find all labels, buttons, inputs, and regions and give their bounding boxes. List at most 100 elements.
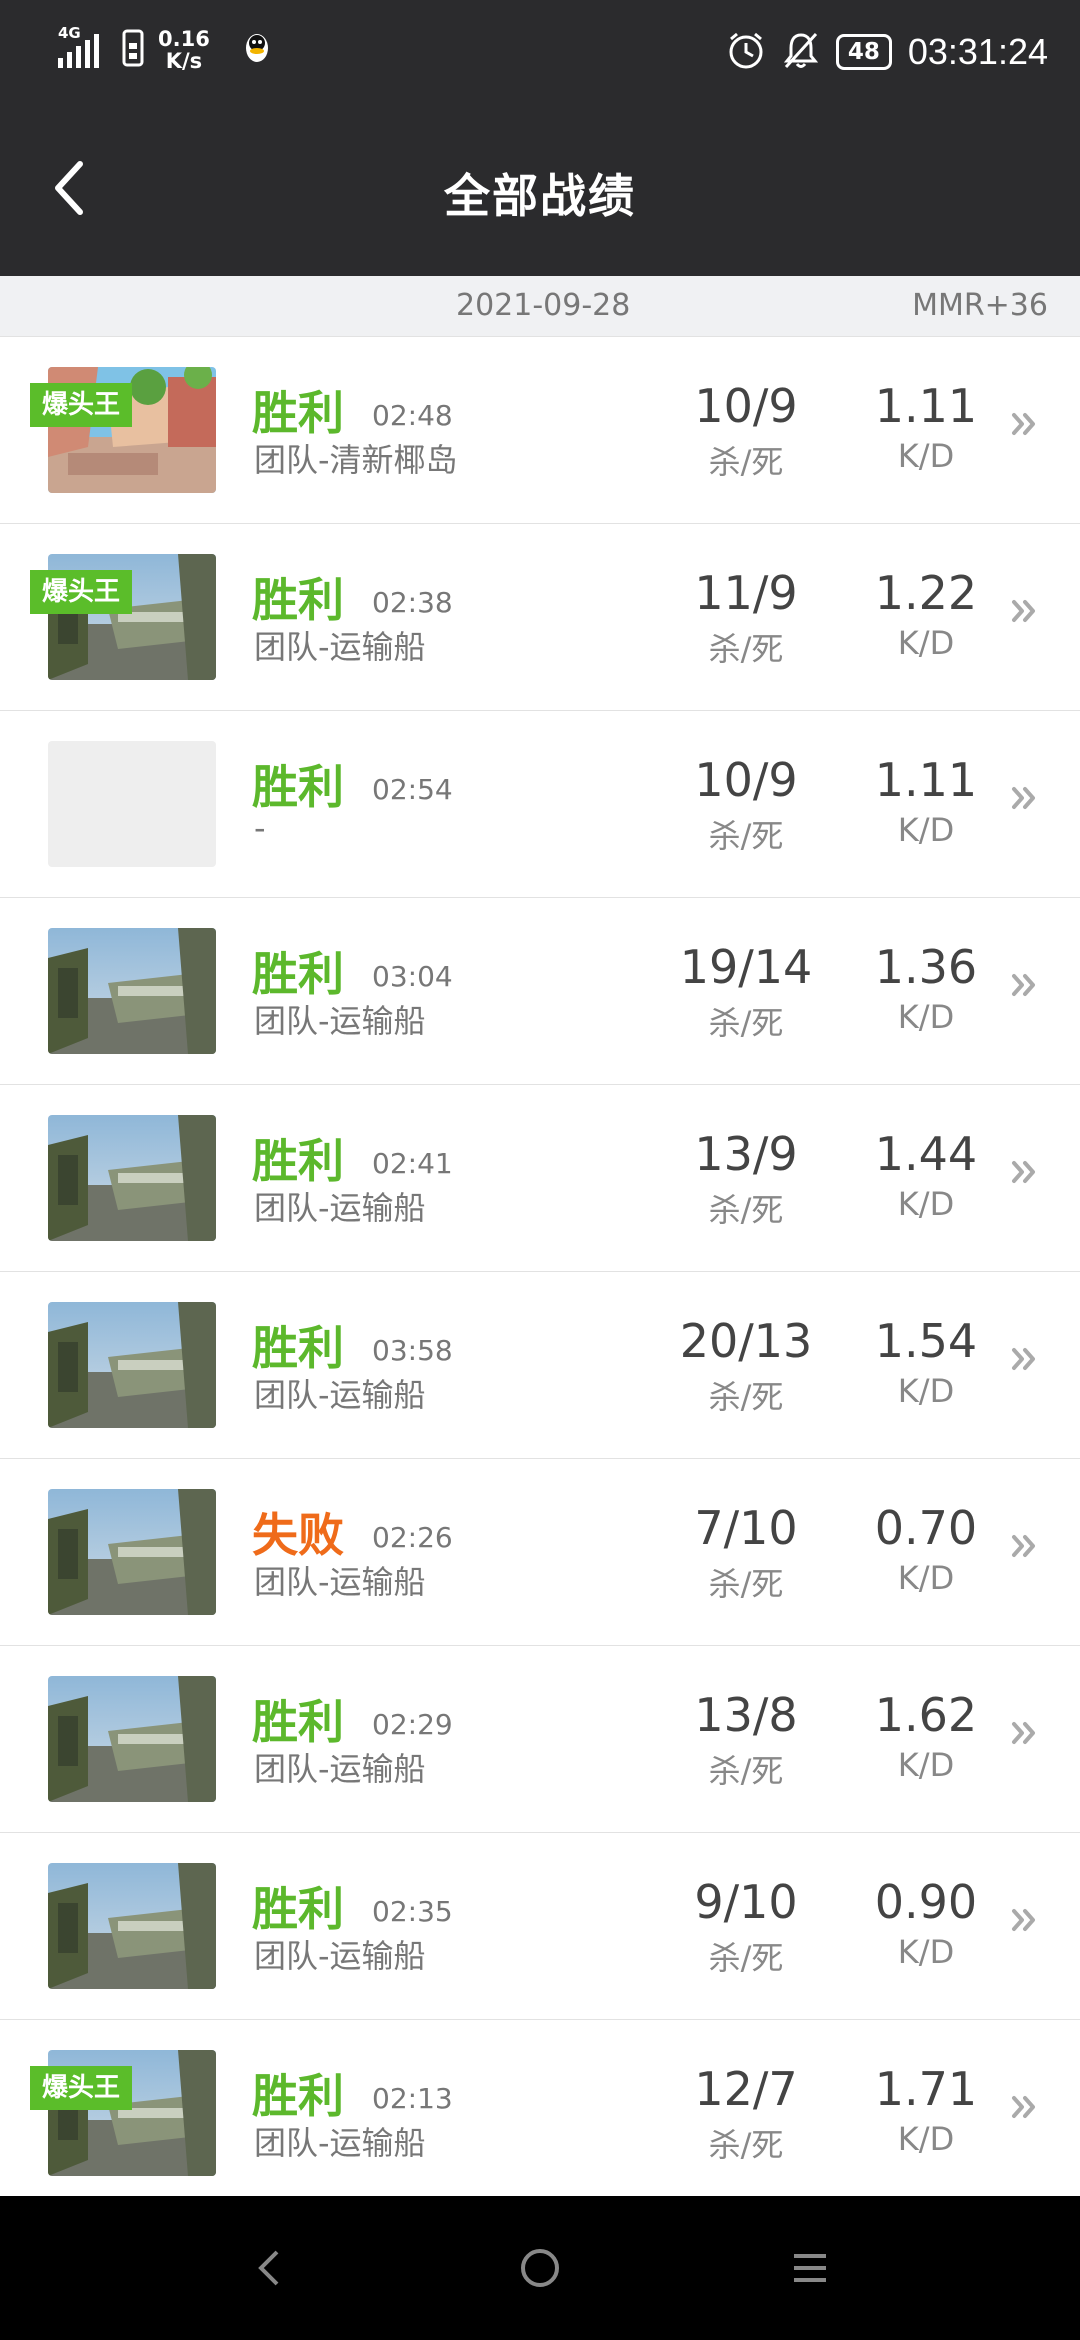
kd-ratio-value: 0.90 — [874, 1875, 978, 1929]
double-chevron-right-icon[interactable] — [1000, 960, 1050, 1010]
kill-death-value: 13/8 — [694, 1688, 798, 1742]
double-chevron-right-icon[interactable] — [1000, 399, 1050, 449]
mode-map-name: 团队-运输船 — [254, 1189, 426, 1227]
kd-ratio-label: K/D — [897, 811, 955, 849]
match-duration: 03:58 — [372, 1334, 453, 1367]
nav-menu-icon — [794, 2254, 826, 2282]
mode-map-name: 团队-运输船 — [254, 628, 426, 666]
match-row[interactable]: 胜利 02:54 - 10/9 杀/死 1.11 K/D — [0, 711, 1080, 898]
match-result: 胜利 — [252, 1321, 344, 1375]
match-row[interactable]: 爆头王 胜利 02:38 团队-运输船 11/9 杀/死 1.22 K/D — [0, 524, 1080, 711]
date-header: 2021-09-28 MMR+36 — [0, 276, 1080, 337]
double-chevron-right-icon[interactable] — [1000, 1521, 1050, 1571]
kill-death-value: 10/9 — [694, 753, 798, 807]
kd-ratio-value: 1.11 — [874, 753, 978, 807]
kill-death-label: 杀/死 — [708, 1191, 784, 1229]
match-row[interactable]: 爆头王 胜利 02:13 团队-运输船 12/7 杀/死 1.71 K/D — [0, 2020, 1080, 2207]
page-title: 全部战绩 — [444, 169, 636, 223]
match-row[interactable]: 失败 02:26 团队-运输船 7/10 杀/死 0.70 K/D — [0, 1459, 1080, 1646]
kd-ratio-label: K/D — [897, 1185, 955, 1223]
kd-ratio-label: K/D — [897, 2120, 955, 2158]
double-chevron-right-icon[interactable] — [1000, 1895, 1050, 1945]
double-chevron-right-icon[interactable] — [1000, 2082, 1050, 2132]
match-row[interactable]: 胜利 03:58 团队-运输船 20/13 杀/死 1.54 K/D — [0, 1272, 1080, 1459]
match-list: 爆头王 胜利 02:48 团队-清新椰岛 10/9 杀/死 1.11 K/D 爆… — [0, 337, 1080, 2207]
kd-ratio-value: 1.11 — [874, 379, 978, 433]
match-duration: 02:38 — [372, 586, 453, 619]
match-duration: 02:48 — [372, 399, 453, 432]
match-duration: 02:13 — [372, 2082, 453, 2115]
network-speed: 0.16 K/s — [158, 28, 210, 72]
kill-death-label: 杀/死 — [708, 1004, 784, 1042]
map-thumbnail — [48, 1676, 216, 1802]
match-row[interactable]: 胜利 03:04 团队-运输船 19/14 杀/死 1.36 K/D — [0, 898, 1080, 1085]
match-duration: 02:29 — [372, 1708, 453, 1741]
map-thumbnail — [48, 1863, 216, 1989]
kill-death-value: 19/14 — [679, 940, 813, 994]
kill-death-value: 9/10 — [694, 1875, 798, 1929]
sim-icon — [122, 29, 144, 71]
kd-ratio-value: 1.44 — [874, 1127, 978, 1181]
double-chevron-right-icon[interactable] — [1000, 773, 1050, 823]
battery-icon: 48 — [835, 34, 892, 70]
match-duration: 02:26 — [372, 1521, 453, 1554]
kd-ratio-label: K/D — [897, 437, 955, 475]
kill-death-label: 杀/死 — [708, 2126, 784, 2164]
headshot-king-badge: 爆头王 — [30, 570, 133, 614]
match-row[interactable]: 胜利 02:29 团队-运输船 13/8 杀/死 1.62 K/D — [0, 1646, 1080, 1833]
kill-death-value: 13/9 — [694, 1127, 798, 1181]
match-row[interactable]: 胜利 02:35 团队-运输船 9/10 杀/死 0.90 K/D — [0, 1833, 1080, 2020]
match-result: 胜利 — [252, 760, 344, 814]
mode-map-name: 团队-运输船 — [254, 1750, 426, 1788]
kill-death-value: 7/10 — [694, 1501, 798, 1555]
mode-map-name: 团队-运输船 — [254, 1937, 426, 1975]
match-duration: 03:04 — [372, 960, 453, 993]
kill-death-value: 12/7 — [694, 2062, 798, 2116]
kd-ratio-value: 1.71 — [874, 2062, 978, 2116]
system-nav-bar — [0, 2196, 1080, 2340]
mmr-change: MMR+36 — [912, 288, 1048, 323]
match-duration: 02:41 — [372, 1147, 453, 1180]
nav-menu-button[interactable] — [778, 2236, 842, 2300]
match-result: 胜利 — [252, 386, 344, 440]
speed-value: 0.16 — [158, 27, 210, 51]
match-row[interactable]: 胜利 02:41 团队-运输船 13/9 杀/死 1.44 K/D — [0, 1085, 1080, 1272]
double-chevron-right-icon[interactable] — [1000, 1147, 1050, 1197]
double-chevron-right-icon[interactable] — [1000, 1334, 1050, 1384]
clock: 03:31:24 — [907, 31, 1048, 72]
alarm-icon — [726, 30, 766, 74]
kd-ratio-value: 1.62 — [874, 1688, 978, 1742]
kd-ratio-label: K/D — [897, 998, 955, 1036]
kill-death-label: 杀/死 — [708, 1378, 784, 1416]
match-row[interactable]: 爆头王 胜利 02:48 团队-清新椰岛 10/9 杀/死 1.11 K/D — [0, 337, 1080, 524]
kill-death-label: 杀/死 — [708, 1565, 784, 1603]
kd-ratio-label: K/D — [897, 1746, 955, 1784]
nav-back-button[interactable] — [238, 2236, 302, 2300]
double-chevron-right-icon[interactable] — [1000, 586, 1050, 636]
kill-death-value: 20/13 — [679, 1314, 813, 1368]
status-bar: 4G 0.16 K/s 48 03:31:24 — [0, 0, 1080, 110]
match-result: 胜利 — [252, 1695, 344, 1749]
mode-map-name: 团队-运输船 — [254, 1002, 426, 1040]
kd-ratio-value: 0.70 — [874, 1501, 978, 1555]
kd-ratio-value: 1.22 — [874, 566, 978, 620]
mode-map-name: 团队-运输船 — [254, 1376, 426, 1414]
kill-death-label: 杀/死 — [708, 443, 784, 481]
qq-icon — [242, 31, 272, 69]
double-chevron-right-icon[interactable] — [1000, 1708, 1050, 1758]
speed-unit: K/s — [165, 49, 203, 73]
kd-ratio-label: K/D — [897, 1372, 955, 1410]
map-thumbnail — [48, 741, 216, 867]
kill-death-value: 11/9 — [694, 566, 798, 620]
kd-ratio-label: K/D — [897, 624, 955, 662]
kill-death-label: 杀/死 — [708, 817, 784, 855]
bell-muted-icon — [782, 30, 820, 74]
signal-icon: 4G — [58, 24, 108, 72]
headshot-king-badge: 爆头王 — [30, 383, 133, 427]
match-result: 胜利 — [252, 1134, 344, 1188]
match-result: 失败 — [252, 1508, 344, 1562]
match-duration: 02:35 — [372, 1895, 453, 1928]
kd-ratio-value: 1.54 — [874, 1314, 978, 1368]
app-header: 全部战绩 — [0, 110, 1080, 276]
nav-home-button[interactable] — [508, 2236, 572, 2300]
